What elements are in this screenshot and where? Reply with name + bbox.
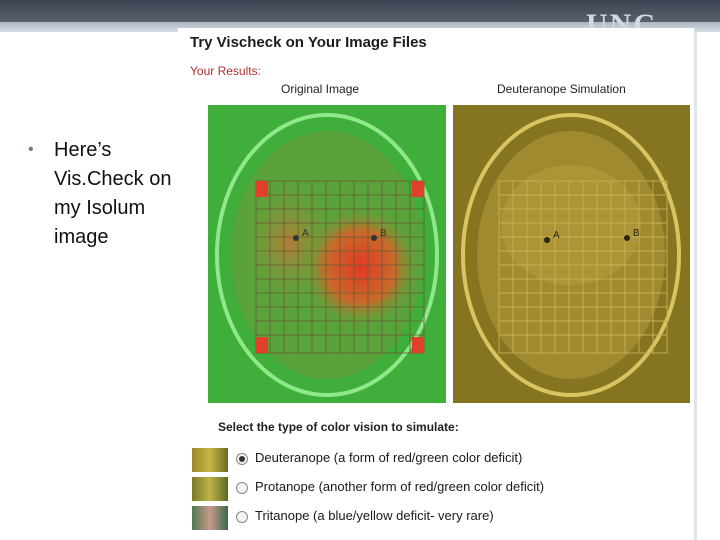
original-brain-image: A B (208, 105, 446, 403)
tritanope-label: Tritanope (a blue/yellow deficit- very r… (255, 508, 494, 523)
option-tritanope[interactable]: Tritanope (a blue/yellow deficit- very r… (192, 506, 692, 530)
vischeck-screenshot: Try Vischeck on Your Image Files Your Re… (178, 28, 694, 540)
deuteranope-radio[interactable] (236, 453, 248, 465)
bullet-line: image (54, 226, 109, 248)
option-deuteranope[interactable]: Deuteranope (a form of red/green color d… (192, 448, 692, 472)
results-label: Your Results: (190, 64, 261, 78)
grid-marker-a: A (302, 228, 309, 239)
bullet-icon: • (28, 141, 34, 158)
grid-marker-b: B (380, 228, 387, 239)
bullet-line: my Isolum (54, 197, 146, 219)
original-image-caption: Original Image (281, 82, 360, 96)
deuteranope-label: Deuteranope (a form of red/green color d… (255, 450, 523, 465)
slide-right-border (694, 32, 697, 540)
simulated-brain-image: A B (453, 105, 690, 403)
vischeck-title: Try Vischeck on Your Image Files (190, 34, 427, 51)
deuteranope-thumbnail (192, 448, 228, 472)
select-vision-prompt: Select the type of color vision to simul… (218, 420, 459, 434)
protanope-radio[interactable] (236, 482, 248, 494)
option-protanope[interactable]: Protanope (another form of red/green col… (192, 477, 692, 501)
protanope-thumbnail (192, 477, 228, 501)
protanope-label: Protanope (another form of red/green col… (255, 479, 545, 494)
simulation-image-caption: Deuteranope Simulation (497, 82, 626, 96)
tritanope-thumbnail (192, 506, 228, 530)
tritanope-radio[interactable] (236, 511, 248, 523)
bullet-line: Here’s (54, 139, 112, 161)
slide-bullet: • Here’s Vis.Check on my Isolum image (28, 136, 183, 252)
bullet-line: Vis.Check on (54, 168, 172, 190)
sim-grid-marker-a: A (553, 230, 560, 241)
sim-grid-marker-b: B (633, 228, 640, 239)
